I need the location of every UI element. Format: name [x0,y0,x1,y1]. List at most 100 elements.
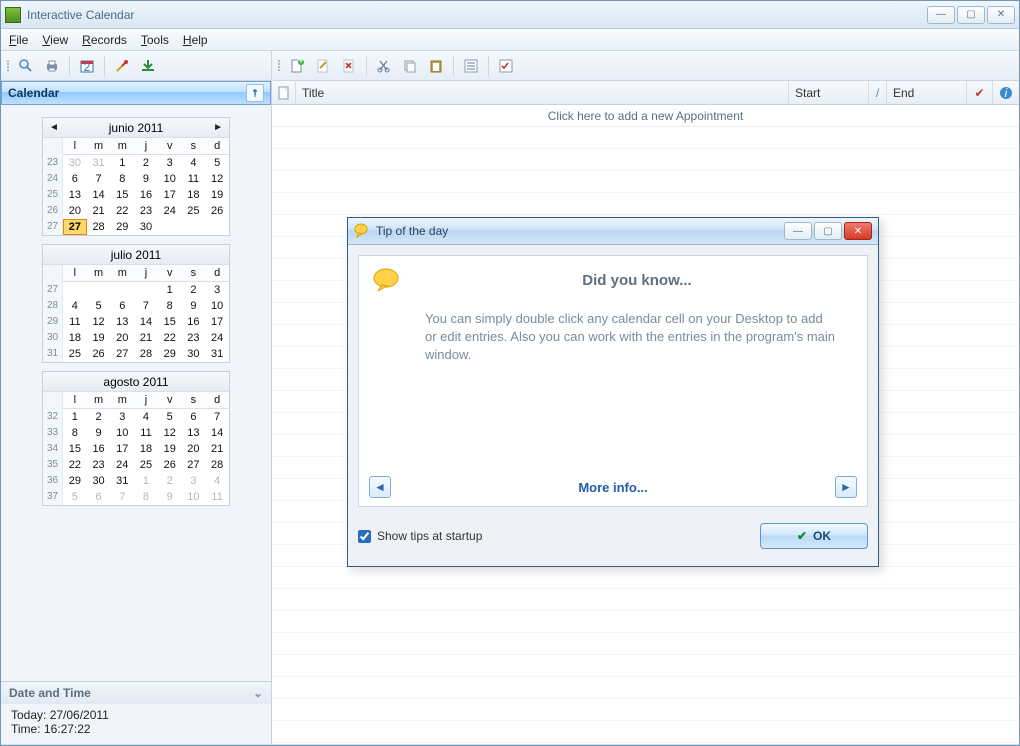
calendar-day[interactable]: 30 [87,473,111,489]
tip-more-link[interactable]: More info... [391,480,835,495]
calendar-day[interactable]: 14 [87,187,111,203]
calendar-day[interactable]: 19 [205,187,229,203]
calendar-day[interactable]: 12 [158,425,182,441]
calendar-day[interactable]: 19 [158,441,182,457]
calendar-day[interactable]: 15 [158,314,182,330]
calendar-day[interactable]: 26 [205,203,229,219]
search-button[interactable] [15,55,37,77]
menu-tools[interactable]: Tools [141,33,169,47]
calendar-day[interactable]: 23 [182,330,206,346]
calendar-day[interactable]: 13 [110,314,134,330]
calendar-day[interactable] [158,219,182,235]
show-tips-checkbox[interactable]: Show tips at startup [358,529,482,543]
calendar-day[interactable]: 15 [110,187,134,203]
calendar-day[interactable]: 15 [63,441,87,457]
calendar-day[interactable]: 7 [134,298,158,314]
calendar-day[interactable]: 12 [87,314,111,330]
calendar-day[interactable]: 22 [63,457,87,473]
maximize-button[interactable]: ▢ [957,6,985,24]
calendar-day[interactable]: 9 [182,298,206,314]
edit-record-button[interactable] [312,55,334,77]
list-check-button[interactable] [460,55,482,77]
calendar-day[interactable]: 1 [158,282,182,298]
calendar-day[interactable]: 17 [158,187,182,203]
tip-dialog-titlebar[interactable]: Tip of the day — ▢ ✕ [348,218,878,245]
calendar-day[interactable]: 23 [87,457,111,473]
calendar-day[interactable]: 8 [110,171,134,187]
calendar-day[interactable]: 21 [134,330,158,346]
column-doc-icon[interactable] [272,81,296,104]
tip-prev-button[interactable]: ◄ [369,476,391,498]
calendar-day[interactable] [110,282,134,298]
calendar-day[interactable] [63,282,87,298]
calendar-day[interactable]: 1 [63,409,87,425]
copy-button[interactable] [399,55,421,77]
cal-month-label[interactable]: junio 2011 [109,121,164,135]
calendar-day[interactable]: 16 [182,314,206,330]
calendar-day[interactable]: 13 [182,425,206,441]
calendar-day[interactable]: 24 [110,457,134,473]
calendar-day[interactable]: 21 [205,441,229,457]
toolbar-grip[interactable] [5,60,11,71]
calendar-day[interactable]: 28 [134,346,158,362]
column-check-icon[interactable]: ✔ [967,81,993,104]
calendar-day[interactable]: 1 [110,155,134,171]
calendar-day[interactable]: 18 [182,187,206,203]
calendar-day[interactable]: 3 [205,282,229,298]
print-button[interactable] [41,55,63,77]
calendar-day[interactable]: 11 [63,314,87,330]
calendar-day[interactable]: 2 [158,473,182,489]
calendar-day[interactable]: 11 [205,489,229,505]
paste-button[interactable] [425,55,447,77]
options-button[interactable] [495,55,517,77]
datetime-header[interactable]: Date and Time ⌄ [1,682,271,704]
calendar-day[interactable]: 4 [63,298,87,314]
calendar-day[interactable]: 29 [110,219,134,235]
calendar-day[interactable]: 26 [158,457,182,473]
calendar-day[interactable]: 11 [134,425,158,441]
calendar-day[interactable]: 16 [134,187,158,203]
calendar-day[interactable]: 5 [205,155,229,171]
calendar-day[interactable]: 6 [87,489,111,505]
menu-records[interactable]: Records [82,33,127,47]
calendar-day[interactable]: 24 [205,330,229,346]
calendar-day[interactable]: 1 [134,473,158,489]
calendar-day[interactable]: 6 [182,409,206,425]
menu-help[interactable]: Help [183,33,208,47]
cut-button[interactable] [373,55,395,77]
calendar-day[interactable]: 4 [205,473,229,489]
cal-month-label[interactable]: julio 2011 [111,248,161,262]
calendar-day[interactable]: 22 [158,330,182,346]
calendar-day[interactable]: 3 [158,155,182,171]
calendar-day[interactable]: 6 [110,298,134,314]
calendar-day[interactable]: 5 [63,489,87,505]
cal-next-button[interactable]: ► [213,122,223,133]
calendar-day[interactable]: 31 [87,155,111,171]
calendar-day[interactable]: 9 [87,425,111,441]
calendar-day[interactable]: 17 [110,441,134,457]
calendar-day[interactable]: 10 [158,171,182,187]
calendar-day[interactable]: 14 [205,425,229,441]
calendar-day[interactable]: 30 [63,155,87,171]
calendar-day[interactable]: 2 [182,282,206,298]
calendar-day[interactable]: 18 [134,441,158,457]
column-info-icon[interactable]: i [993,81,1019,104]
cal-prev-button[interactable]: ◄ [49,122,59,133]
delete-record-button[interactable] [338,55,360,77]
calendar-day[interactable]: 3 [182,473,206,489]
calendar-day[interactable] [87,282,111,298]
calendar-day[interactable]: 7 [205,409,229,425]
calendar-day[interactable]: 3 [110,409,134,425]
calendar-day[interactable]: 25 [63,346,87,362]
column-title[interactable]: Title [296,81,789,104]
show-tips-input[interactable] [358,530,371,543]
calendar-day[interactable]: 20 [63,203,87,219]
calendar-day[interactable]: 11 [182,171,206,187]
column-sort-icon[interactable]: / [869,81,887,104]
calendar-day[interactable]: 25 [134,457,158,473]
calendar-day[interactable]: 4 [182,155,206,171]
tip-close-button[interactable]: ✕ [844,222,872,240]
calendar-day[interactable]: 18 [63,330,87,346]
calendar-day[interactable]: 5 [87,298,111,314]
tip-next-button[interactable]: ► [835,476,857,498]
